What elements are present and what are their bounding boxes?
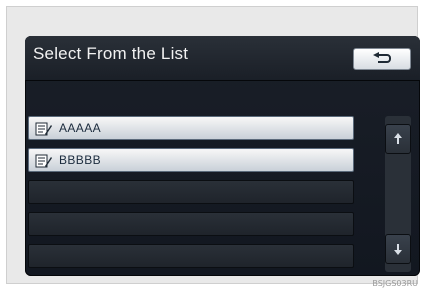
empty-list-row bbox=[28, 212, 354, 236]
note-edit-icon bbox=[35, 121, 53, 137]
list-item-label: AAAAA bbox=[59, 121, 102, 135]
note-edit-icon bbox=[35, 153, 53, 169]
list-item-label: BBBBB bbox=[59, 153, 102, 167]
screen-header: Select From the List bbox=[25, 36, 420, 81]
scroll-down-button[interactable] bbox=[385, 234, 411, 264]
empty-list-row bbox=[28, 180, 354, 204]
scroll-up-button[interactable] bbox=[385, 124, 411, 154]
image-code: BSJGS03RU bbox=[372, 279, 418, 288]
empty-list-row bbox=[28, 244, 354, 268]
page-title: Select From the List bbox=[33, 44, 189, 63]
scroll-down-icon bbox=[393, 242, 403, 256]
scrollbar bbox=[385, 116, 411, 272]
list-item[interactable]: BBBBB bbox=[28, 148, 354, 172]
back-button[interactable] bbox=[353, 48, 411, 70]
back-arrow-icon bbox=[371, 52, 393, 66]
navigation-screen: Select From the List AAAAA BBBBB bbox=[25, 36, 420, 276]
item-list: AAAAA BBBBB bbox=[28, 116, 354, 270]
scroll-up-icon bbox=[393, 132, 403, 146]
list-item[interactable]: AAAAA bbox=[28, 116, 354, 140]
